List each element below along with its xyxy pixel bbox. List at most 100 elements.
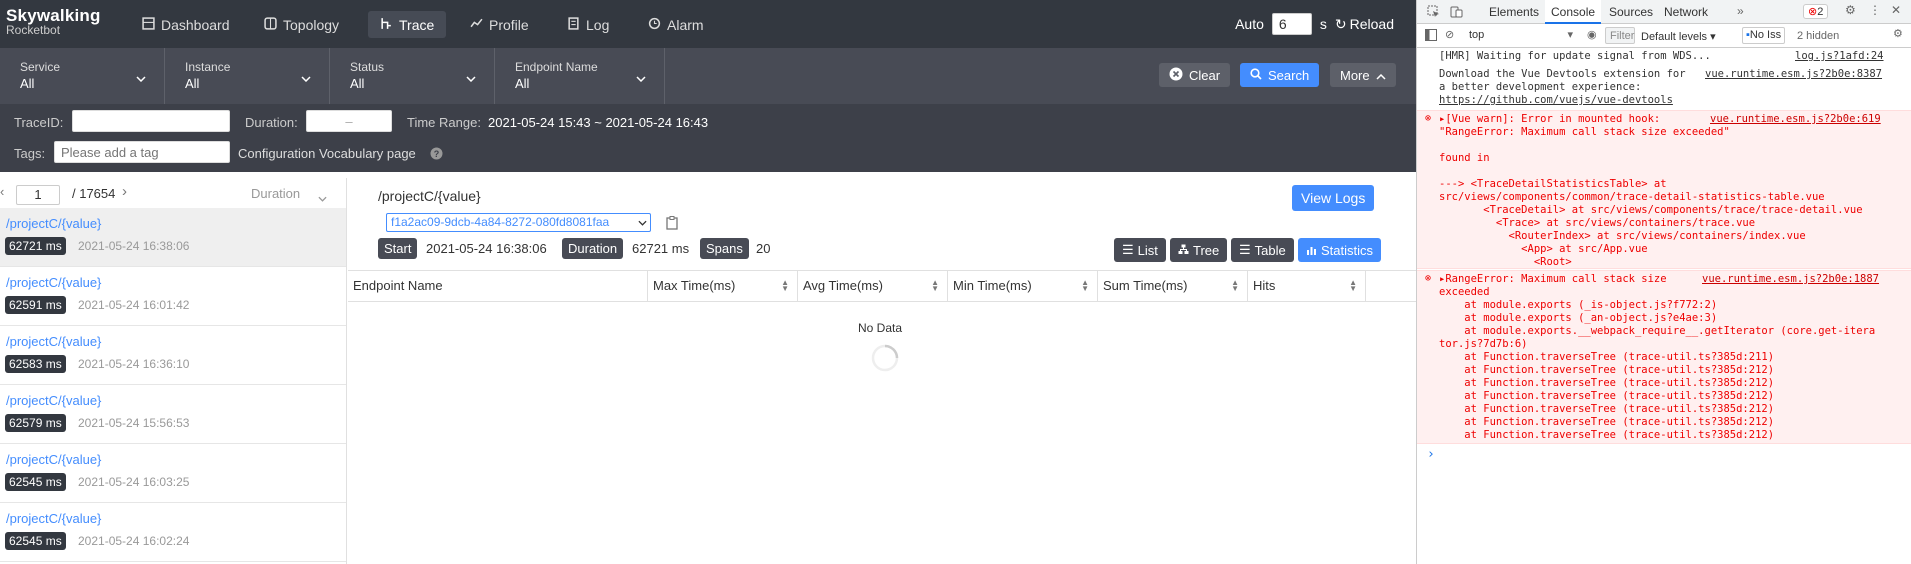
service-select[interactable]: Service All bbox=[0, 48, 165, 104]
stack-line[interactable]: at module.exports (_an-object.js?e4ae:3) bbox=[1439, 312, 1717, 325]
nav-profile[interactable]: Profile bbox=[470, 14, 529, 36]
nav-trace[interactable]: Trace bbox=[368, 11, 447, 38]
nav-dashboard[interactable]: Dashboard bbox=[142, 14, 230, 36]
traceid-input[interactable] bbox=[72, 110, 230, 132]
trace-item[interactable]: /projectC/{value} 62583 ms 2021-05-24 16… bbox=[0, 326, 346, 385]
chevron-up-icon bbox=[1376, 68, 1386, 83]
console-prompt[interactable]: › bbox=[1427, 447, 1435, 462]
svg-text:?: ? bbox=[434, 149, 440, 159]
context-select[interactable]: top ▾ bbox=[1465, 27, 1577, 44]
stack-line[interactable]: at Function.traverseTree (trace-util.ts?… bbox=[1439, 377, 1774, 390]
console-toolbar: ⊘ top ▾ ◉ Filter Default levels ▾ ▪No Iss… bbox=[1417, 24, 1911, 48]
prev-page-icon[interactable]: ‹ bbox=[0, 184, 4, 199]
clear-console-icon[interactable]: ⊘ bbox=[1445, 28, 1454, 41]
endpoint-select[interactable]: Endpoint Name All bbox=[495, 48, 665, 104]
error-head[interactable]: ▸[Vue warn]: Error in mounted hook: bbox=[1439, 113, 1660, 126]
eye-icon[interactable]: ◉ bbox=[1587, 28, 1597, 41]
tab-statistics[interactable]: Statistics bbox=[1298, 238, 1382, 262]
trace-item[interactable]: /projectC/{value} 62591 ms 2021-05-24 16… bbox=[0, 267, 346, 326]
trace-time: 2021-05-24 16:38:06 bbox=[78, 239, 190, 253]
console-source-link[interactable]: vue.runtime.esm.js?2b0e:619 bbox=[1710, 113, 1881, 126]
inspect-icon[interactable] bbox=[1427, 5, 1440, 21]
more-tabs-icon[interactable]: » bbox=[1737, 4, 1744, 18]
copy-icon[interactable] bbox=[666, 216, 678, 233]
search-button[interactable]: Search bbox=[1240, 63, 1320, 87]
clear-button[interactable]: Clear bbox=[1159, 63, 1231, 87]
console-source-link[interactable]: vue.runtime.esm.js?2b0e:8387 bbox=[1705, 68, 1882, 81]
devtools-tab-network[interactable]: Network bbox=[1658, 0, 1714, 24]
sort-select[interactable]: Duration bbox=[251, 186, 300, 201]
tab-list[interactable]: ☰ List bbox=[1114, 238, 1166, 262]
settings-gear-icon[interactable]: ⚙ bbox=[1845, 3, 1856, 17]
console-url-link[interactable]: https://github.com/vuejs/vue-devtools bbox=[1439, 94, 1673, 107]
start-badge: Start bbox=[378, 238, 418, 259]
alarm-icon bbox=[648, 14, 661, 36]
console-filter-input[interactable]: Filter bbox=[1605, 27, 1635, 44]
console-line: [HMR] Waiting for update signal from WDS… bbox=[1439, 50, 1711, 62]
vocabulary-link[interactable]: Configuration Vocabulary page bbox=[238, 146, 416, 161]
tab-table[interactable]: ☰ Table bbox=[1231, 238, 1294, 262]
trace-item[interactable]: /projectC/{value} 62545 ms 2021-05-24 16… bbox=[0, 503, 346, 562]
view-logs-button[interactable]: View Logs bbox=[1292, 185, 1375, 211]
trace-item[interactable]: /projectC/{value} 62579 ms 2021-05-24 15… bbox=[0, 385, 346, 444]
tags-input[interactable] bbox=[54, 141, 230, 163]
chevron-down-icon bbox=[636, 70, 646, 85]
stack-line[interactable]: at Function.traverseTree (trace-util.ts?… bbox=[1439, 364, 1774, 377]
service-value: All bbox=[20, 76, 35, 91]
stack-line[interactable]: at Function.traverseTree (trace-util.ts?… bbox=[1439, 351, 1774, 364]
more-button[interactable]: More bbox=[1330, 63, 1396, 87]
stack-line[interactable]: at Function.traverseTree (trace-util.ts?… bbox=[1439, 390, 1774, 403]
tab-tree[interactable]: Tree bbox=[1170, 238, 1228, 262]
column-hits[interactable]: Hits ▲ ▼ bbox=[1248, 270, 1366, 302]
nav-log[interactable]: Log bbox=[567, 14, 609, 36]
next-page-icon[interactable]: › bbox=[122, 183, 127, 200]
error-count-badge[interactable]: ⊗2 bbox=[1803, 4, 1829, 19]
log-levels-select[interactable]: Default levels ▾ bbox=[1641, 30, 1716, 43]
kebab-menu-icon[interactable]: ⋮ bbox=[1869, 3, 1881, 17]
stack-line[interactable]: tor.js?7d7b:6) bbox=[1439, 338, 1528, 351]
help-icon[interactable]: ? bbox=[430, 147, 443, 163]
console-source-link[interactable]: vue.runtime.esm.js?2b0e:1887 bbox=[1702, 273, 1879, 286]
nav-trace-label: Trace bbox=[399, 16, 435, 33]
instance-value: All bbox=[185, 76, 200, 91]
stack-line[interactable]: at module.exports (_is-object.js?f772:2) bbox=[1439, 299, 1717, 312]
trace-list: ‹ 1 / 17654 › Duration /projectC/{value}… bbox=[0, 178, 347, 564]
profile-icon bbox=[470, 14, 483, 36]
auto-interval-input[interactable] bbox=[1271, 13, 1312, 35]
stack-line[interactable]: at Function.traverseTree (trace-util.ts?… bbox=[1439, 429, 1774, 442]
column-max-time[interactable]: Max Time(ms) ▲ ▼ bbox=[648, 270, 798, 302]
devtools-tab-sources[interactable]: Sources bbox=[1603, 0, 1659, 24]
page-input[interactable]: 1 bbox=[16, 185, 60, 205]
reload-button[interactable]: ↻ Reload bbox=[1335, 16, 1394, 33]
devtools-tab-console[interactable]: Console bbox=[1545, 0, 1602, 24]
nav-alarm[interactable]: Alarm bbox=[648, 14, 704, 36]
error-head[interactable]: ▸RangeError: Maximum call stack size bbox=[1439, 273, 1667, 286]
table-icon: ☰ bbox=[1239, 242, 1251, 257]
issues-button[interactable]: ▪No Iss bbox=[1742, 27, 1786, 44]
column-avg-time[interactable]: Avg Time(ms) ▲ ▼ bbox=[798, 270, 948, 302]
column-sum-time[interactable]: Sum Time(ms) ▲ ▼ bbox=[1098, 270, 1248, 302]
sidebar-toggle-icon[interactable] bbox=[1425, 29, 1437, 44]
nav-topology[interactable]: Topology bbox=[264, 14, 339, 36]
error-icon: ⊗ bbox=[1425, 273, 1432, 284]
stack-line: exceeded bbox=[1439, 286, 1490, 298]
column-min-time[interactable]: Min Time(ms) ▲ ▼ bbox=[948, 270, 1098, 302]
tab-tree-label: Tree bbox=[1193, 242, 1220, 258]
device-toolbar-icon[interactable] bbox=[1450, 5, 1463, 21]
devtools-tab-elements[interactable]: Elements bbox=[1483, 0, 1545, 24]
trace-id-select[interactable]: f1a2ac09-9dcb-4a84-8272-080fd8081faa bbox=[386, 213, 651, 232]
stack-line[interactable]: at Function.traverseTree (trace-util.ts?… bbox=[1439, 403, 1774, 416]
duration-input[interactable] bbox=[306, 110, 392, 132]
console-source-link[interactable]: log.js?1afd:24 bbox=[1795, 50, 1884, 63]
status-select[interactable]: Status All bbox=[330, 48, 495, 104]
time-range-value[interactable]: 2021-05-24 15:43 ~ 2021-05-24 16:43 bbox=[488, 115, 708, 130]
trace-item[interactable]: /projectC/{value} 62721 ms 2021-05-24 16… bbox=[0, 208, 346, 267]
reload-label: Reload bbox=[1349, 16, 1394, 32]
trace-item[interactable]: /projectC/{value} 62545 ms 2021-05-24 16… bbox=[0, 444, 346, 503]
stack-line[interactable]: at Function.traverseTree (trace-util.ts?… bbox=[1439, 416, 1774, 429]
logo[interactable]: Skywalking Rocketbot bbox=[6, 7, 101, 36]
console-settings-icon[interactable]: ⚙ bbox=[1893, 27, 1903, 40]
close-devtools-icon[interactable]: ✕ bbox=[1891, 3, 1901, 17]
instance-select[interactable]: Instance All bbox=[165, 48, 330, 104]
stack-line[interactable]: at module.exports.__webpack_require__.ge… bbox=[1439, 325, 1875, 338]
